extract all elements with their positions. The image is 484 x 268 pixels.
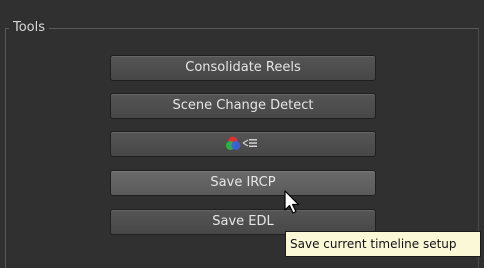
- scene-change-detect-button[interactable]: Scene Change Detect: [110, 93, 376, 119]
- tooltip-text: Save current timeline setup: [290, 237, 457, 251]
- save-ircp-tooltip: Save current timeline setup: [285, 231, 481, 257]
- color-graph-button[interactable]: [110, 131, 376, 157]
- tools-group-title: Tools: [9, 19, 50, 37]
- mouse-cursor-icon: [284, 190, 300, 214]
- tools-panel: Tools Consolidate Reels Scene Change Det…: [0, 0, 484, 268]
- consolidate-reels-label: Consolidate Reels: [185, 60, 301, 75]
- save-ircp-label: Save IRCP: [210, 175, 276, 190]
- consolidate-reels-button[interactable]: Consolidate Reels: [110, 55, 376, 81]
- scene-change-detect-label: Scene Change Detect: [172, 98, 314, 113]
- save-ircp-button[interactable]: Save IRCP: [110, 170, 376, 196]
- save-edl-label: Save EDL: [212, 214, 274, 229]
- color-graph-icon: [226, 135, 260, 151]
